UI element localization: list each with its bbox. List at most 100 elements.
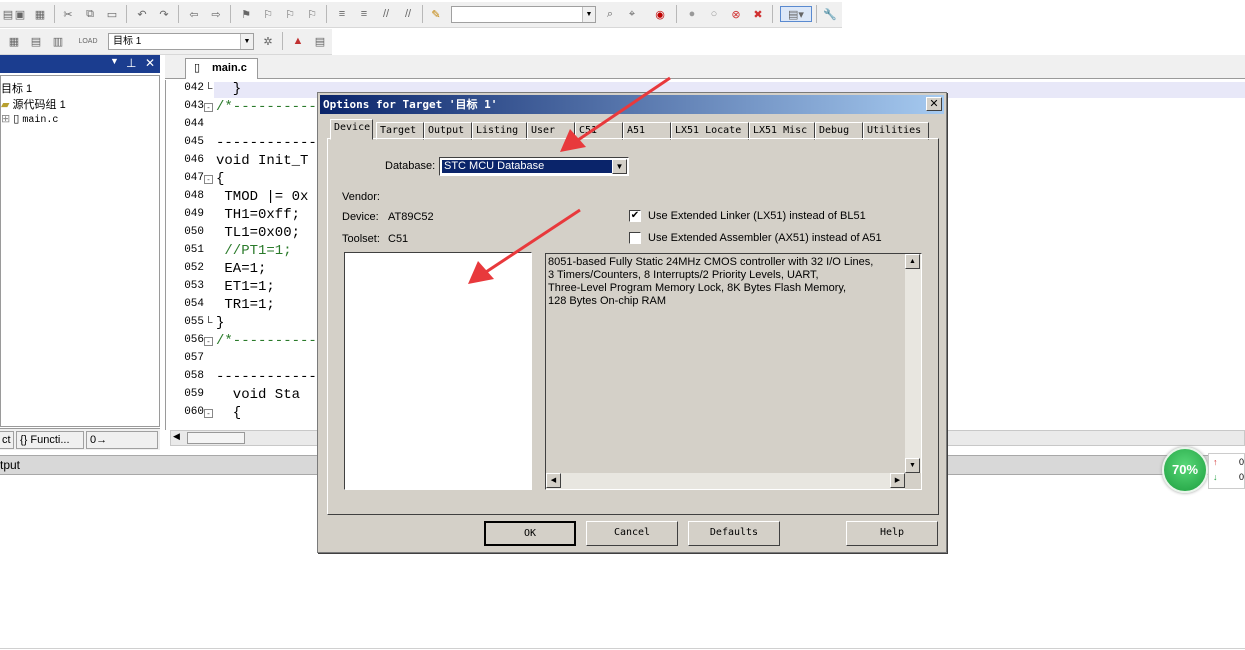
- use-ax51-label[interactable]: Use Extended Assembler (AX51) instead of…: [648, 232, 882, 244]
- chevron-down-icon[interactable]: ▼: [240, 34, 253, 49]
- rebuild-icon[interactable]: ▥: [50, 33, 66, 49]
- nav-back-icon[interactable]: ⇦: [186, 6, 202, 22]
- build-icon[interactable]: ▤: [28, 33, 44, 49]
- line-number: 055: [184, 316, 204, 328]
- code-line[interactable]: EA=1;: [216, 261, 266, 277]
- bookmark-icon[interactable]: ⚑: [238, 6, 254, 22]
- tree-item-source-group[interactable]: ▰ 源代码组 1: [1, 96, 66, 111]
- use-ax51-checkbox[interactable]: [629, 232, 641, 244]
- prev-bookmark-icon[interactable]: ⚐: [260, 6, 276, 22]
- scroll-thumb[interactable]: [187, 432, 245, 444]
- tree-item-target[interactable]: 目标 1: [1, 80, 32, 95]
- upload-arrow-icon: ↑: [1213, 457, 1218, 467]
- device-list[interactable]: [344, 252, 532, 490]
- tab-project[interactable]: ct: [0, 431, 14, 449]
- performance-badge[interactable]: 70%: [1162, 447, 1208, 493]
- fold-toggle-icon[interactable]: -: [204, 337, 213, 346]
- find-in-files-icon[interactable]: ✎: [428, 6, 444, 22]
- tree-item-main-c[interactable]: ⊞ ▯ main.c: [1, 112, 58, 127]
- panel-menu-icon[interactable]: ▼: [110, 56, 119, 66]
- pin-icon[interactable]: ⊥: [126, 56, 136, 70]
- unindent-icon[interactable]: ≡: [356, 6, 372, 22]
- tab-templates[interactable]: 0→ Templa...: [86, 431, 158, 449]
- breakpoint-icon[interactable]: ●: [684, 6, 700, 22]
- disable-breakpoint-icon[interactable]: ○: [706, 6, 722, 22]
- translate-icon[interactable]: ▦: [6, 33, 22, 49]
- debug-session-icon[interactable]: ◉: [652, 6, 668, 22]
- code-line[interactable]: {: [216, 405, 241, 421]
- fold-toggle-icon[interactable]: -: [204, 175, 213, 184]
- code-line[interactable]: void Sta: [216, 387, 300, 403]
- help-button[interactable]: Help: [846, 521, 938, 546]
- scroll-right-icon[interactable]: ▶: [890, 473, 905, 488]
- comment-icon[interactable]: //: [378, 6, 394, 22]
- code-line[interactable]: void Init_T: [216, 153, 308, 169]
- code-line[interactable]: TL1=0x00;: [216, 225, 300, 241]
- code-line[interactable]: TH1=0xff;: [216, 207, 300, 223]
- code-line[interactable]: ------------: [216, 369, 317, 385]
- code-line[interactable]: {: [216, 171, 224, 187]
- tree-expand-icon[interactable]: ⊞: [1, 113, 10, 125]
- tab-main-c[interactable]: ▯ main.c: [185, 58, 258, 79]
- multi-project-icon[interactable]: ▤: [312, 33, 328, 49]
- description-vertical-scrollbar[interactable]: ▲ ▼: [905, 254, 921, 473]
- scroll-up-icon[interactable]: ▲: [905, 254, 920, 269]
- load-icon[interactable]: LOAD: [78, 33, 97, 49]
- code-line[interactable]: }: [216, 81, 241, 97]
- code-line[interactable]: //PT1=1;: [216, 243, 291, 259]
- cancel-button[interactable]: Cancel: [586, 521, 678, 546]
- code-line[interactable]: TMOD |= 0x: [216, 189, 308, 205]
- find-icon[interactable]: ⌕: [602, 6, 618, 22]
- line-number: 046: [184, 154, 204, 166]
- code-line[interactable]: /*----------: [216, 99, 317, 115]
- chevron-down-icon[interactable]: ▼: [612, 159, 627, 174]
- description-horizontal-scrollbar[interactable]: ◀ ▶: [546, 473, 905, 489]
- options-for-target-dialog: Options for Target '目标 1' ✕ Device Targe…: [317, 92, 947, 553]
- code-line[interactable]: /*----------: [216, 333, 317, 349]
- tab-functions[interactable]: {} Functi...: [16, 431, 84, 449]
- scroll-down-icon[interactable]: ▼: [905, 458, 920, 473]
- configure-icon[interactable]: 🔧: [822, 6, 838, 22]
- paste-icon[interactable]: ▭: [104, 6, 120, 22]
- manage-components-icon[interactable]: ▲: [290, 33, 306, 49]
- clear-bookmarks-icon[interactable]: ⚐: [304, 6, 320, 22]
- database-select[interactable]: STC MCU Database ▼: [439, 157, 629, 176]
- undo-icon[interactable]: ↶: [134, 6, 150, 22]
- code-line[interactable]: TR1=1;: [216, 297, 274, 313]
- uncomment-icon[interactable]: //: [400, 6, 416, 22]
- find-combo[interactable]: ▼: [451, 6, 596, 23]
- nav-forward-icon[interactable]: ⇨: [208, 6, 224, 22]
- close-icon[interactable]: ✕: [145, 56, 155, 70]
- target-select[interactable]: 目标 1 ▼: [108, 33, 254, 50]
- incremental-find-icon[interactable]: ⌖: [624, 6, 640, 22]
- save-icon[interactable]: ▣: [12, 6, 28, 22]
- main-toolbar: ▤ ▣ ▦ ✂ ⧉ ▭ ↶ ↷ ⇦ ⇨ ⚑ ⚐ ⚐ ⚐ ≡ ≡ // // ✎ …: [0, 2, 842, 28]
- ok-button[interactable]: OK: [484, 521, 576, 546]
- fold-toggle-icon[interactable]: -: [204, 409, 213, 418]
- tab-device[interactable]: Device: [330, 119, 373, 140]
- target-options-icon[interactable]: ✲: [260, 33, 276, 49]
- window-layout-icon[interactable]: ▤▾: [780, 6, 812, 22]
- line-number: 059: [184, 388, 204, 400]
- defaults-button[interactable]: Defaults: [688, 521, 780, 546]
- device-value: AT89C52: [388, 211, 434, 223]
- indent-icon[interactable]: ≡: [334, 6, 350, 22]
- chevron-down-icon[interactable]: ▼: [582, 7, 595, 22]
- kill-all-breakpoints-icon[interactable]: ✖: [750, 6, 766, 22]
- code-line[interactable]: ------------: [216, 135, 317, 151]
- scroll-left-icon[interactable]: ◀: [173, 431, 180, 442]
- fold-toggle-icon[interactable]: -: [204, 103, 213, 112]
- use-lx51-label[interactable]: Use Extended Linker (LX51) instead of BL…: [648, 210, 866, 222]
- redo-icon[interactable]: ↷: [156, 6, 172, 22]
- code-line[interactable]: ET1=1;: [216, 279, 274, 295]
- use-lx51-checkbox[interactable]: ✔: [629, 210, 641, 222]
- scroll-left-icon[interactable]: ◀: [546, 473, 561, 488]
- save-all-icon[interactable]: ▦: [32, 6, 48, 22]
- code-line[interactable]: }: [216, 315, 224, 331]
- line-number: 049: [184, 208, 204, 220]
- disable-all-breakpoints-icon[interactable]: ⊗: [728, 6, 744, 22]
- next-bookmark-icon[interactable]: ⚐: [282, 6, 298, 22]
- copy-icon[interactable]: ⧉: [82, 6, 98, 22]
- cut-icon[interactable]: ✂: [60, 6, 76, 22]
- close-icon[interactable]: ✕: [926, 97, 942, 111]
